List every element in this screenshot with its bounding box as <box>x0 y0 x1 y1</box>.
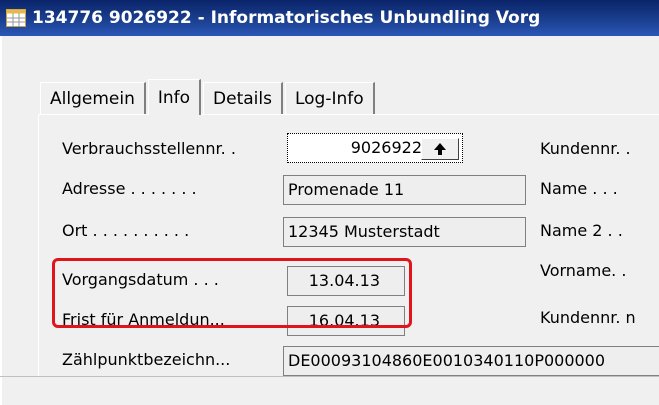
title-bar[interactable]: 134776 9026922 - Informatorisches Unbund… <box>0 0 659 36</box>
lookup-button[interactable] <box>421 138 459 160</box>
label-name2: Name 2 . . <box>540 221 623 240</box>
label-kundennr: Kundennr. . <box>540 139 631 158</box>
label-vorname: Vorname. . <box>540 261 627 280</box>
adresse-field[interactable]: Promenade 11 <box>283 175 526 205</box>
zaehlpunkt-field[interactable]: DE00093104860E0010340110P000000 <box>283 346 659 376</box>
divider <box>0 376 659 377</box>
ort-field[interactable]: 12345 Musterstadt <box>283 217 526 247</box>
tab-log-info[interactable]: Log-Info <box>284 82 375 114</box>
window-title: 134776 9026922 - Informatorisches Unbund… <box>32 8 541 28</box>
label-name: Name . . . <box>540 179 618 198</box>
tab-allgemein[interactable]: Allgemein <box>40 82 146 114</box>
label-ort: Ort . . . . . . . . . . <box>62 221 190 240</box>
tab-info[interactable]: Info <box>147 79 202 115</box>
label-verbrauchsstellennr: Verbrauchsstellennr. . <box>62 139 236 158</box>
tab-strip: Allgemein Info Details Log-Info <box>40 78 377 115</box>
window-edge <box>0 36 2 405</box>
highlight-box <box>52 258 412 328</box>
label-zaehlpunktbezeichnung: Zählpunktbezeichn... <box>62 350 231 369</box>
label-adresse: Adresse . . . . . . . <box>62 179 197 198</box>
table-form-icon <box>6 9 26 27</box>
arrow-up-icon <box>434 143 446 155</box>
tab-details[interactable]: Details <box>203 82 283 114</box>
label-kundennr-2: Kundennr. n <box>540 308 636 327</box>
